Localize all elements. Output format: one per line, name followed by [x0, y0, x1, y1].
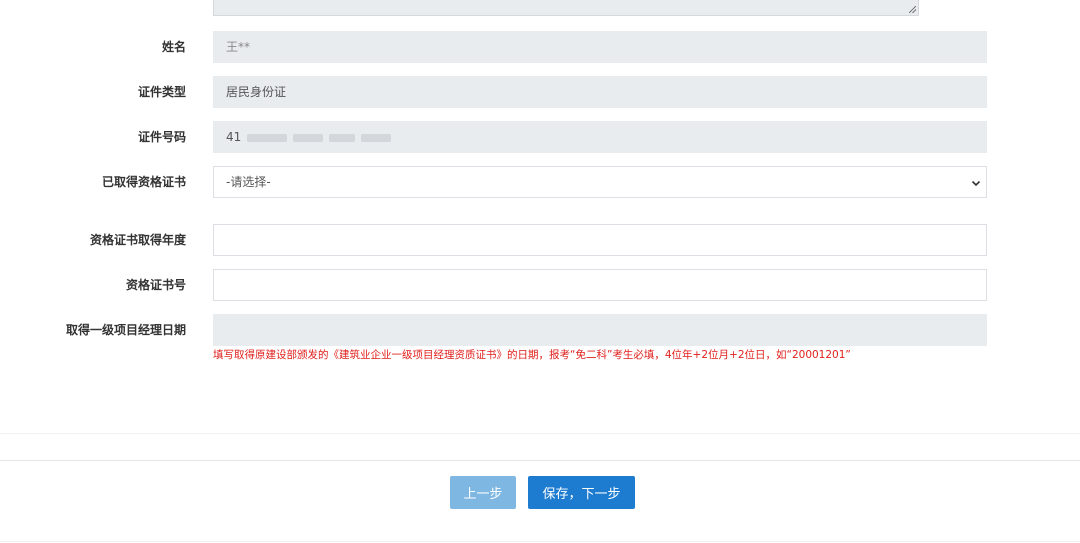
pm-date-hint: 填写取得原建设部颁发的《建筑业企业一级项目经理资质证书》的日期，报考“免二科”考…	[213, 349, 851, 361]
pm-date-input[interactable]	[213, 314, 987, 346]
row-certificate: 已取得资格证书 -请选择-	[0, 166, 1080, 198]
cert-year-input[interactable]	[213, 224, 987, 256]
redacted-mask	[247, 133, 288, 142]
redacted-mask	[292, 133, 323, 142]
cert-number-input[interactable]	[213, 269, 987, 301]
section-divider	[0, 433, 1080, 434]
row-id-type: 证件类型 居民身份证	[0, 76, 1080, 108]
cert-year-label: 资格证书取得年度	[89, 233, 186, 247]
row-cert-year: 资格证书取得年度	[0, 224, 1080, 256]
name-field: 王**	[213, 31, 987, 63]
id-type-field: 居民身份证	[213, 76, 987, 108]
footer-divider	[0, 460, 1080, 461]
row-name: 姓名 王**	[0, 31, 1080, 63]
bottom-divider	[0, 541, 1080, 542]
certificate-selected-value: -请选择-	[226, 175, 271, 189]
id-type-label: 证件类型	[137, 85, 186, 99]
certificate-label: 已取得资格证书	[101, 175, 186, 189]
textarea-field[interactable]	[213, 0, 919, 16]
certificate-select[interactable]: -请选择-	[213, 166, 987, 198]
cert-number-label: 资格证书号	[125, 278, 186, 292]
id-type-value: 居民身份证	[226, 85, 287, 99]
row-pm-date: 取得一级项目经理日期	[0, 314, 1080, 346]
resize-handle-icon[interactable]	[909, 6, 916, 13]
previous-step-button[interactable]: 上一步	[450, 476, 516, 509]
id-number-value: 41	[226, 130, 242, 144]
redacted-mask	[328, 133, 355, 142]
id-number-label: 证件号码	[137, 130, 186, 144]
pm-date-label: 取得一级项目经理日期	[65, 323, 186, 337]
name-value: 王**	[226, 40, 251, 54]
row-cert-number: 资格证书号	[0, 269, 1080, 301]
redacted-mask	[360, 133, 391, 142]
save-next-button[interactable]: 保存，下一步	[528, 476, 635, 509]
row-id-number: 证件号码 41	[0, 121, 1080, 153]
id-number-field: 41	[213, 121, 987, 153]
registration-form-page: 姓名 王** 证件类型 居民身份证 证件号码 41 已取得资格证书 -请选择- …	[0, 0, 1080, 543]
chevron-down-icon	[971, 180, 981, 187]
name-label: 姓名	[161, 40, 186, 54]
